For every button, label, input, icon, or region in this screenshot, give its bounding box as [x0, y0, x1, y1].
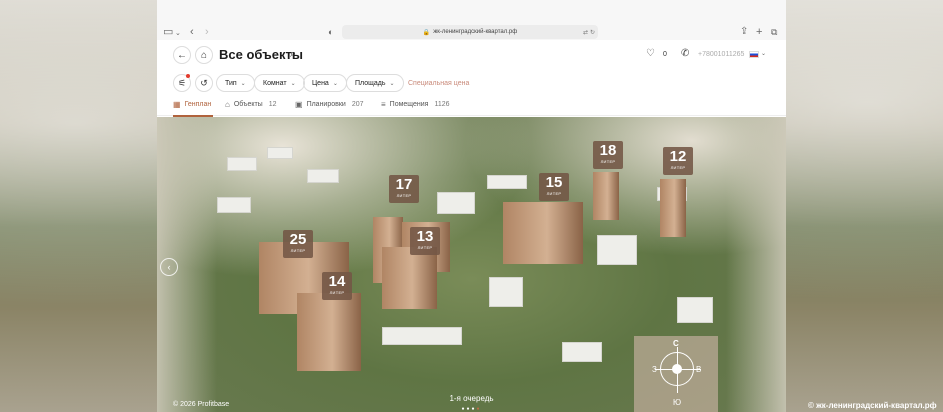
filter-type-label: Тип [225, 79, 237, 87]
building-12[interactable] [660, 179, 686, 237]
back-icon[interactable]: ‹ [190, 26, 194, 38]
tab-layouts[interactable]: ▣ Планировки 207 [295, 100, 364, 109]
filter-rooms[interactable]: Комнат ⌄ [254, 74, 305, 92]
building-icon: ⌂ [225, 100, 230, 109]
chevron-left-icon: ‹ [167, 262, 171, 272]
tab-genplan[interactable]: ▦ Генплан [173, 100, 211, 109]
chevron-down-icon[interactable]: ⌄ [175, 28, 181, 40]
background-house [489, 277, 523, 307]
reset-filters-button[interactable]: ↺ [195, 74, 213, 92]
map-prev-button[interactable]: ‹ [160, 258, 178, 276]
building-label-12[interactable]: 12 ЛИТЕР [663, 147, 693, 175]
tab-label: Генплан [184, 101, 212, 108]
pagination-dot-active[interactable]: ● [477, 406, 482, 412]
compass-north: С [673, 339, 679, 348]
sliders-icon: ⚟ [177, 77, 187, 88]
background-house [217, 197, 251, 213]
home-icon: ⌂ [200, 49, 208, 61]
russia-flag-icon[interactable] [749, 51, 759, 58]
address-bar[interactable]: 🔒 жк-ленинградский-квартал.рф ⇄ ↻ [342, 25, 598, 39]
chevron-down-icon[interactable]: ⌄ [761, 50, 766, 57]
filter-area[interactable]: Площадь ⌄ [346, 74, 404, 92]
tab-count: 207 [351, 101, 364, 108]
reload-icon[interactable]: ↻ [590, 29, 595, 36]
background-house [437, 192, 475, 214]
tab-count: 12 [268, 101, 277, 108]
home-button[interactable]: ⌂ [195, 46, 213, 64]
building-13[interactable] [382, 247, 437, 309]
filter-active-dot [186, 74, 190, 78]
lock-icon: 🔒 [422, 29, 431, 36]
building-label-13[interactable]: 13 ЛИТЕР [410, 227, 440, 255]
back-button[interactable]: ← [173, 46, 191, 64]
heart-icon[interactable]: ♡ [646, 48, 655, 59]
tab-objects[interactable]: ⌂ Объекты 12 [225, 100, 277, 109]
filter-area-label: Площадь [355, 79, 386, 87]
new-tab-icon[interactable]: + [756, 26, 762, 38]
app-header: ← ⌂ Все объекты ⌕ ♡ 0 ✆ +78001011265 ⌄ [157, 40, 786, 70]
genplan-map[interactable]: 17 ЛИТЕР 13 ЛИТЕР 15 ЛИТЕР 18 ЛИТЕР 12 ЛИТЕР … [157, 117, 786, 412]
sidebar-icon[interactable]: ▭ [163, 26, 173, 38]
url-text: жк-ленинградский-квартал.рф [433, 29, 518, 35]
view-tabs: ▦ Генплан ⌂ Объекты 12 ▣ Планировки 207 ≡ Поме… [157, 96, 786, 116]
filter-price-label: Цена [312, 79, 329, 87]
chevron-down-icon: ⌄ [389, 80, 395, 87]
reset-icon: ↺ [200, 77, 208, 88]
browser-window: ▭ ⌄ ‹ › ◐ 🔒 жк-ленинградский-квартал.рф … [157, 0, 786, 412]
translate-icon[interactable]: ⇄ [583, 29, 588, 36]
background-house [382, 327, 462, 345]
tabs-overview-icon[interactable]: ⧉ [771, 26, 777, 38]
tab-premises[interactable]: ≡ Помещения 1126 [381, 100, 450, 109]
background-house [677, 297, 713, 323]
building-18[interactable] [593, 172, 619, 220]
chevron-down-icon: ⌄ [290, 80, 296, 87]
shield-icon[interactable]: ◐ [328, 26, 333, 38]
tab-count: 1126 [434, 101, 450, 108]
phone-icon[interactable]: ✆ [681, 48, 689, 59]
chevron-down-icon: ⌄ [332, 80, 338, 87]
special-price-filter[interactable]: Специальная цена [408, 80, 469, 87]
layout-icon: ▣ [295, 100, 303, 109]
list-icon: ≡ [381, 100, 386, 109]
building-label-14[interactable]: 14 ЛИТЕР [322, 272, 352, 300]
tab-label: Планировки [306, 101, 346, 108]
tab-label: Помещения [389, 101, 429, 108]
background-house [267, 147, 293, 159]
background-house [597, 235, 637, 265]
building-label-17[interactable]: 17 ЛИТЕР [389, 175, 419, 203]
map-right-fade [726, 117, 786, 412]
filter-bar: ⚟ ↺ Тип ⌄ Комнат ⌄ Цена ⌄ Площадь ⌄ Специаль… [157, 72, 786, 94]
building-label-15[interactable]: 15 ЛИТЕР [539, 173, 569, 201]
forward-icon[interactable]: › [205, 26, 209, 38]
map-icon: ▦ [173, 100, 181, 109]
background-house [307, 169, 339, 183]
building-label-25[interactable]: 25 ЛИТЕР [283, 230, 313, 258]
search-icon[interactable]: ⌕ [290, 48, 296, 61]
tab-label: Объекты [233, 101, 263, 108]
watermark: © жк-ленинградский-квартал.рф [808, 401, 937, 410]
phone-number[interactable]: +78001011265 [698, 51, 744, 58]
favorites-count: 0 [663, 51, 667, 58]
building-14[interactable] [297, 293, 361, 371]
arrow-left-icon: ← [177, 49, 187, 61]
compass-west: З [652, 365, 657, 374]
background-house [562, 342, 602, 362]
compass-center [672, 364, 682, 374]
queue-label: 1-я очередь [449, 394, 494, 403]
queue-pagination[interactable]: ●●●● [157, 406, 786, 412]
background-house [227, 157, 257, 171]
filter-type[interactable]: Тип ⌄ [216, 74, 255, 92]
browser-toolbar: ▭ ⌄ ‹ › ◐ 🔒 жк-ленинградский-квартал.рф … [157, 0, 786, 40]
filter-price[interactable]: Цена ⌄ [303, 74, 347, 92]
share-icon[interactable]: ⇪ [740, 26, 748, 38]
background-house [487, 175, 527, 189]
building-15[interactable] [503, 202, 583, 264]
chevron-down-icon: ⌄ [240, 80, 246, 87]
filter-rooms-label: Комнат [263, 79, 287, 87]
compass-east: В [696, 365, 702, 374]
building-label-18[interactable]: 18 ЛИТЕР [593, 141, 623, 169]
